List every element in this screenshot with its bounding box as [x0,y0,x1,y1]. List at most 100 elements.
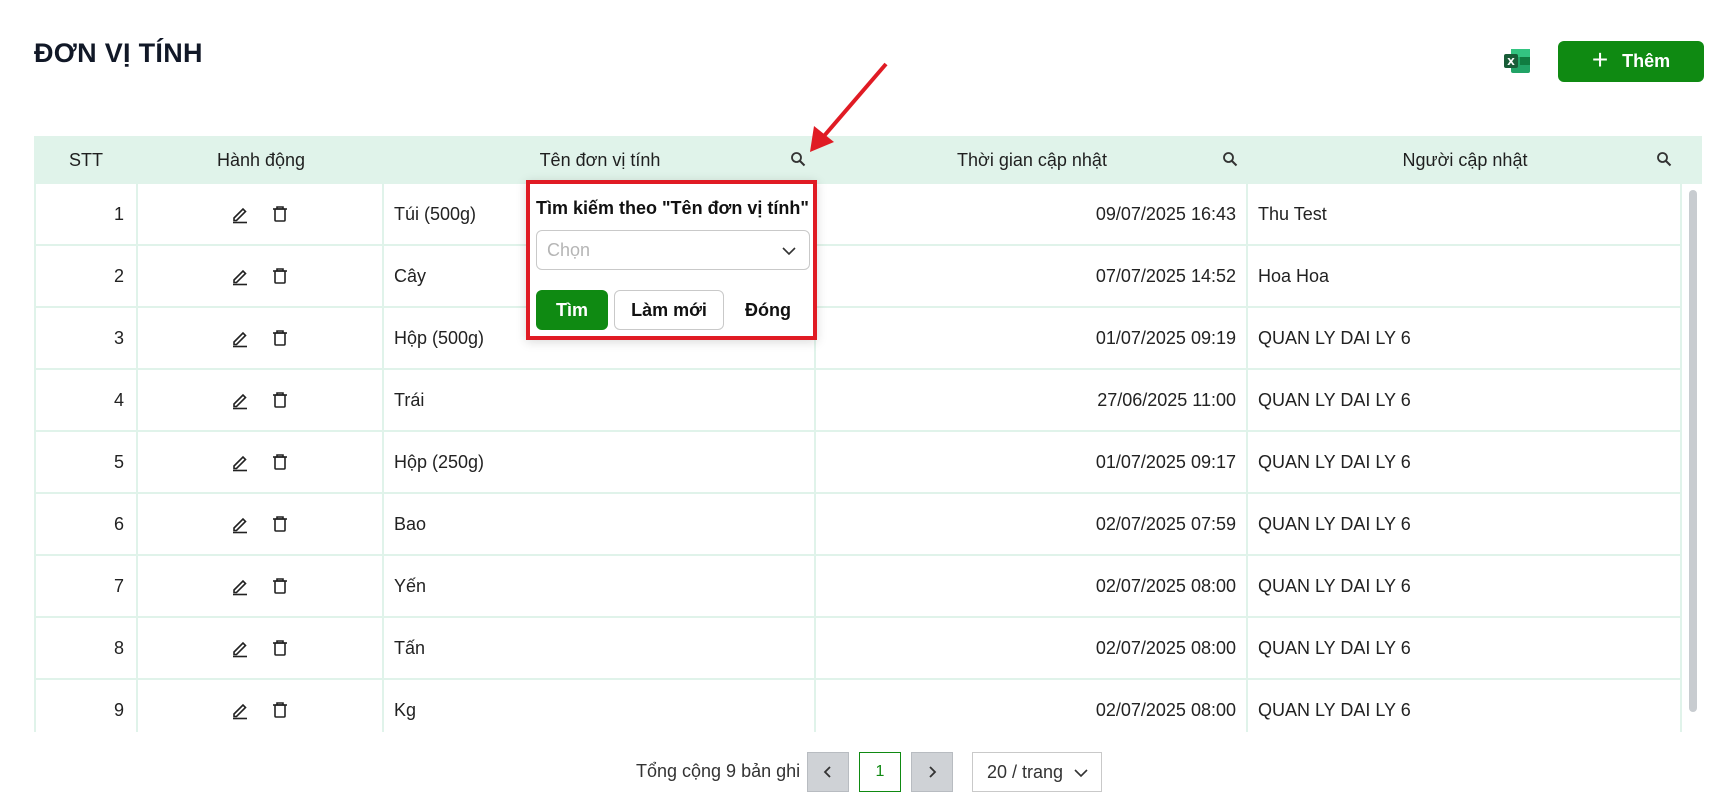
cell-actions [138,618,384,678]
unit-table: STT Hành động Tên đơn vị tính Thời gian … [34,136,1702,732]
table-row: 2 Cây 07/07/2025 14:52 Hoa Hoa [34,246,1682,308]
delete-icon[interactable] [270,390,290,410]
scrollbar-thumb[interactable] [1689,190,1697,712]
cell-stt: 5 [34,432,138,492]
column-header-stt: STT [69,149,103,170]
delete-icon[interactable] [270,576,290,596]
pagination: Tổng cộng 9 bản ghi 1 20 / trang [0,752,1732,792]
delete-icon[interactable] [270,700,290,720]
table-row: 9 Kg 02/07/2025 08:00 QUAN LY DAI LY 6 [34,680,1682,732]
cell-actions [138,556,384,616]
svg-text:X: X [1507,57,1515,68]
cell-stt: 8 [34,618,138,678]
cell-stt: 1 [34,184,138,244]
table-row: 4 Trái 27/06/2025 11:00 QUAN LY DAI LY 6 [34,370,1682,432]
next-page-button[interactable] [911,752,953,792]
cell-actions [138,432,384,492]
search-select[interactable]: Chọn [536,230,810,270]
edit-icon[interactable] [230,328,250,348]
table-body: 1 Túi (500g) 09/07/2025 16:43 Thu Test 2 Cây 0… [34,184,1682,732]
cell-stt: 7 [34,556,138,616]
page-title: ĐƠN VỊ TÍNH [34,38,203,68]
cell-updated-time: 02/07/2025 08:00 [816,618,1248,678]
table-row: 3 Hộp (500g) 01/07/2025 09:19 QUAN LY DAI L… [34,308,1682,370]
cell-actions [138,184,384,244]
cell-actions [138,680,384,732]
cell-actions [138,308,384,368]
cell-stt: 4 [34,370,138,430]
delete-icon[interactable] [270,514,290,534]
page-number-button[interactable]: 1 [859,752,901,792]
cell-updated-time: 09/07/2025 16:43 [816,184,1248,244]
cell-updated-time: 02/07/2025 07:59 [816,494,1248,554]
excel-export-icon[interactable]: X [1502,46,1532,76]
page-size-select[interactable]: 20 / trang [972,752,1102,792]
delete-icon[interactable] [270,204,290,224]
page-size-value: 20 / trang [987,761,1064,782]
delete-icon[interactable] [270,452,290,472]
column-header-updated-by: Người cập nhật [1248,136,1682,184]
edit-icon[interactable] [230,638,250,658]
cell-unit-name: Bao [384,494,816,554]
cell-updated-by: QUAN LY DAI LY 6 [1248,556,1682,616]
column-header-name: Tên đơn vị tính [384,136,816,184]
close-button[interactable]: Đóng [732,290,804,330]
cell-updated-by: QUAN LY DAI LY 6 [1248,370,1682,430]
delete-icon[interactable] [270,266,290,286]
chevron-down-icon [1074,769,1088,778]
find-button[interactable]: Tìm [536,290,608,330]
plus-icon: + [1591,44,1609,75]
cell-actions [138,494,384,554]
add-button[interactable]: + Thêm [1558,41,1704,82]
cell-unit-name: Tấn [384,618,816,678]
edit-icon[interactable] [230,204,250,224]
cell-stt: 3 [34,308,138,368]
cell-updated-by: Thu Test [1248,184,1682,244]
prev-page-button[interactable] [807,752,849,792]
cell-stt: 6 [34,494,138,554]
edit-icon[interactable] [230,266,250,286]
cell-actions [138,370,384,430]
cell-updated-time: 01/07/2025 09:19 [816,308,1248,368]
edit-icon[interactable] [230,514,250,534]
cell-stt: 2 [34,246,138,306]
annotation-arrow-icon [810,62,888,152]
pagination-total: Tổng cộng 9 bản ghi [636,761,801,781]
delete-icon[interactable] [270,638,290,658]
chevron-left-icon [823,766,831,778]
table-row: 8 Tấn 02/07/2025 08:00 QUAN LY DAI LY 6 [34,618,1682,680]
cell-updated-by: Hoa Hoa [1248,246,1682,306]
column-header-actions: Hành động [216,149,306,170]
search-popup: Tìm kiếm theo "Tên đơn vị tính" Chọn Tìm… [526,180,817,340]
cell-updated-by: QUAN LY DAI LY 6 [1248,432,1682,492]
reset-button[interactable]: Làm mới [614,290,724,330]
table-row: 6 Bao 02/07/2025 07:59 QUAN LY DAI LY 6 [34,494,1682,556]
edit-icon[interactable] [230,700,250,720]
cell-updated-by: QUAN LY DAI LY 6 [1248,308,1682,368]
add-button-label: Thêm [1622,51,1671,71]
search-popup-title: Tìm kiếm theo "Tên đơn vị tính" [536,198,809,218]
cell-updated-time: 27/06/2025 11:00 [816,370,1248,430]
cell-updated-time: 01/07/2025 09:17 [816,432,1248,492]
cell-unit-name: Trái [384,370,816,430]
cell-updated-by: QUAN LY DAI LY 6 [1248,618,1682,678]
search-select-placeholder: Chọn [547,239,591,260]
cell-updated-time: 02/07/2025 08:00 [816,680,1248,732]
cell-unit-name: Hộp (250g) [384,432,816,492]
edit-icon[interactable] [230,452,250,472]
search-icon[interactable] [1656,151,1672,167]
cell-unit-name: Yến [384,556,816,616]
edit-icon[interactable] [230,390,250,410]
cell-updated-by: QUAN LY DAI LY 6 [1248,494,1682,554]
delete-icon[interactable] [270,328,290,348]
cell-actions [138,246,384,306]
table-row: 1 Túi (500g) 09/07/2025 16:43 Thu Test [34,184,1682,246]
edit-icon[interactable] [230,576,250,596]
search-icon[interactable] [1222,151,1238,167]
chevron-right-icon [929,766,937,778]
table-row: 5 Hộp (250g) 01/07/2025 09:17 QUAN LY DAI L… [34,432,1682,494]
cell-stt: 9 [34,680,138,732]
table-row: 7 Yến 02/07/2025 08:00 QUAN LY DAI LY 6 [34,556,1682,618]
cell-unit-name: Kg [384,680,816,732]
chevron-down-icon [782,247,796,256]
